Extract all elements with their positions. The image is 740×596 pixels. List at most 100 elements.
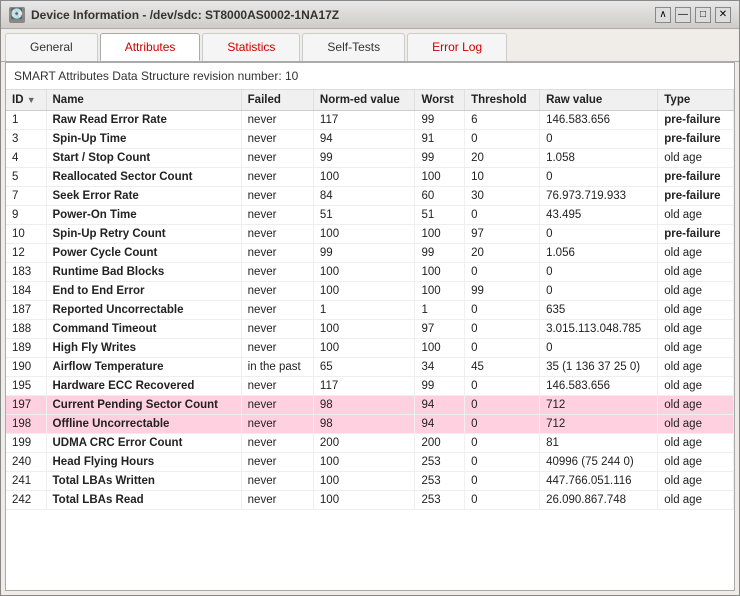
cell-raw: 81 [540,434,658,453]
cell-id: 242 [6,491,46,510]
cell-threshold: 0 [465,434,540,453]
cell-raw: 635 [540,301,658,320]
cell-threshold: 30 [465,187,540,206]
cell-worst: 60 [415,187,465,206]
table-row: 195Hardware ECC Recoverednever117990146.… [6,377,734,396]
cell-type: old age [658,339,734,358]
tab-error-log[interactable]: Error Log [407,33,507,61]
cell-id: 1 [6,111,46,130]
cell-norm: 51 [313,206,415,225]
cell-type: old age [658,358,734,377]
cell-name: Power-On Time [46,206,241,225]
cell-worst: 1 [415,301,465,320]
cell-worst: 100 [415,282,465,301]
tab-general[interactable]: General [5,33,98,61]
col-norm: Norm-ed value [313,90,415,111]
cell-norm: 94 [313,130,415,149]
cell-raw: 0 [540,130,658,149]
maximize-button[interactable]: □ [695,7,711,23]
cell-norm: 98 [313,415,415,434]
cell-name: Reported Uncorrectable [46,301,241,320]
minimize-button[interactable]: ∧ [655,7,671,23]
table-row: 9Power-On Timenever5151043.495old age [6,206,734,225]
cell-worst: 99 [415,149,465,168]
cell-failed: never [241,225,313,244]
cell-norm: 100 [313,453,415,472]
cell-name: Raw Read Error Rate [46,111,241,130]
tab-attributes[interactable]: Attributes [100,33,201,61]
cell-threshold: 0 [465,377,540,396]
tab-self-tests[interactable]: Self-Tests [302,33,405,61]
table-row: 198Offline Uncorrectablenever98940712old… [6,415,734,434]
cell-name: Start / Stop Count [46,149,241,168]
table-row: 189High Fly Writesnever10010000old age [6,339,734,358]
cell-norm: 117 [313,377,415,396]
table-row: 188Command Timeoutnever1009703.015.113.0… [6,320,734,339]
cell-worst: 99 [415,244,465,263]
cell-type: old age [658,396,734,415]
cell-id: 240 [6,453,46,472]
cell-name: Spin-Up Time [46,130,241,149]
cell-name: Seek Error Rate [46,187,241,206]
close-button[interactable]: ✕ [715,7,731,23]
cell-norm: 99 [313,149,415,168]
content-area: SMART Attributes Data Structure revision… [5,62,735,591]
table-row: 183Runtime Bad Blocksnever10010000old ag… [6,263,734,282]
cell-type: pre-failure [658,111,734,130]
cell-norm: 100 [313,491,415,510]
title-bar: 💽 Device Information - /dev/sdc: ST8000A… [1,1,739,29]
cell-norm: 98 [313,396,415,415]
cell-id: 9 [6,206,46,225]
cell-failed: never [241,111,313,130]
cell-type: pre-failure [658,225,734,244]
cell-norm: 200 [313,434,415,453]
cell-id: 183 [6,263,46,282]
cell-name: Airflow Temperature [46,358,241,377]
table-row: 184End to End Errornever100100990old age [6,282,734,301]
cell-threshold: 10 [465,168,540,187]
cell-failed: never [241,339,313,358]
cell-raw: 43.495 [540,206,658,225]
cell-name: Power Cycle Count [46,244,241,263]
table-row: 199UDMA CRC Error Countnever200200081old… [6,434,734,453]
table-row: 3Spin-Up Timenever949100pre-failure [6,130,734,149]
cell-raw: 1.058 [540,149,658,168]
cell-raw: 712 [540,415,658,434]
cell-id: 187 [6,301,46,320]
cell-worst: 91 [415,130,465,149]
cell-id: 188 [6,320,46,339]
cell-raw: 26.090.867.748 [540,491,658,510]
cell-raw: 1.056 [540,244,658,263]
cell-threshold: 45 [465,358,540,377]
cell-id: 184 [6,282,46,301]
table-row: 241Total LBAs Writtennever1002530447.766… [6,472,734,491]
attributes-table: ID ▼ Name Failed Norm-ed value Worst Thr… [6,90,734,510]
tab-bar: General Attributes Statistics Self-Tests… [1,29,739,62]
tab-statistics[interactable]: Statistics [202,33,300,61]
attributes-table-container[interactable]: ID ▼ Name Failed Norm-ed value Worst Thr… [6,90,734,590]
cell-type: old age [658,206,734,225]
cell-id: 241 [6,472,46,491]
cell-norm: 1 [313,301,415,320]
cell-failed: never [241,187,313,206]
col-worst: Worst [415,90,465,111]
cell-failed: in the past [241,358,313,377]
cell-worst: 100 [415,263,465,282]
table-body: 1Raw Read Error Ratenever117996146.583.6… [6,111,734,510]
cell-worst: 51 [415,206,465,225]
unmaximize-button[interactable]: — [675,7,691,23]
cell-raw: 0 [540,225,658,244]
cell-failed: never [241,149,313,168]
cell-failed: never [241,206,313,225]
cell-worst: 200 [415,434,465,453]
cell-failed: never [241,396,313,415]
cell-worst: 253 [415,453,465,472]
cell-norm: 100 [313,320,415,339]
cell-name: Offline Uncorrectable [46,415,241,434]
cell-threshold: 97 [465,225,540,244]
cell-raw: 0 [540,282,658,301]
table-row: 5Reallocated Sector Countnever100100100p… [6,168,734,187]
cell-type: old age [658,301,734,320]
cell-raw: 146.583.656 [540,111,658,130]
cell-id: 195 [6,377,46,396]
